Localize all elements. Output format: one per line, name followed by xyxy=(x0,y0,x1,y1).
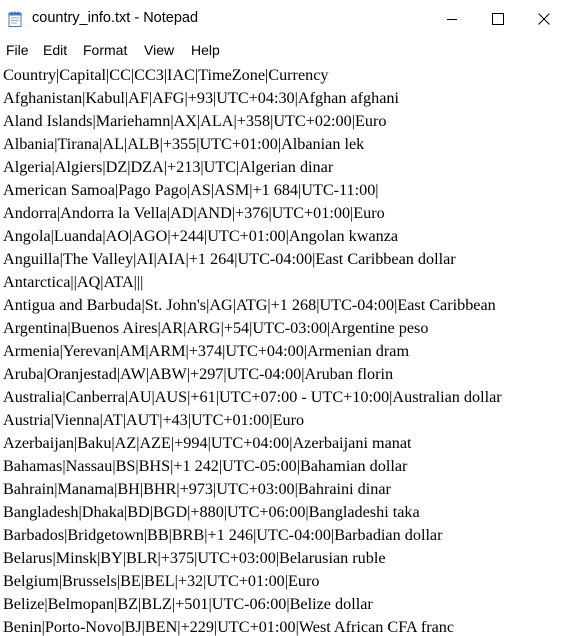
menu-file[interactable]: File xyxy=(6,42,29,58)
close-button[interactable] xyxy=(521,0,567,38)
title-bar[interactable]: country_info.txt - Notepad xyxy=(0,0,567,38)
text-line: Bangladesh|Dhaka|BD|BGD|+880|UTC+06:00|B… xyxy=(3,503,420,521)
text-line: American Samoa|Pago Pago|AS|ASM|+1 684|U… xyxy=(3,181,379,199)
menu-view[interactable]: View xyxy=(144,42,174,58)
text-line: Angola|Luanda|AO|AGO|+244|UTC+01:00|Ango… xyxy=(3,227,399,245)
notepad-icon xyxy=(8,11,22,27)
text-line: Belgium|Brussels|BE|BEL|+32|UTC+01:00|Eu… xyxy=(3,572,320,590)
close-icon xyxy=(538,13,550,25)
text-line: Anguilla|The Valley|AI|AIA|+1 264|UTC-04… xyxy=(3,250,456,268)
text-line: Azerbaijan|Baku|AZ|AZE|+994|UTC+04:00|Az… xyxy=(3,434,412,452)
text-line: Armenia|Yerevan|AM|ARM|+374|UTC+04:00|Ar… xyxy=(3,342,410,360)
menu-edit[interactable]: Edit xyxy=(43,42,67,58)
text-line: Aruba|Oranjestad|AW|ABW|+297|UTC-04:00|A… xyxy=(3,365,394,383)
maximize-button[interactable] xyxy=(475,0,521,38)
menu-bar: File Edit Format View Help xyxy=(0,38,567,62)
text-line: Bahrain|Manama|BH|BHR|+973|UTC+03:00|Bah… xyxy=(3,480,391,498)
text-line: Bahamas|Nassau|BS|BHS|+1 242|UTC-05:00|B… xyxy=(3,457,408,475)
text-line: Australia|Canberra|AU|AUS|+61|UTC+07:00 … xyxy=(3,388,502,406)
minimize-icon xyxy=(447,19,457,20)
text-line: Aland Islands|Mariehamn|AX|ALA|+358|UTC+… xyxy=(3,112,387,130)
menu-format[interactable]: Format xyxy=(83,42,127,58)
minimize-button[interactable] xyxy=(429,0,475,38)
text-line: Albania|Tirana|AL|ALB|+355|UTC+01:00|Alb… xyxy=(3,135,365,153)
text-line: Barbados|Bridgetown|BB|BRB|+1 246|UTC-04… xyxy=(3,526,443,544)
text-line: Argentina|Buenos Aires|AR|ARG|+54|UTC-03… xyxy=(3,319,429,337)
text-line: Antigua and Barbuda|St. John's|AG|ATG|+1… xyxy=(3,296,496,314)
text-line: Algeria|Algiers|DZ|DZA|+213|UTC|Algerian… xyxy=(3,158,334,176)
text-line: Benin|Porto-Novo|BJ|BEN|+229|UTC+01:00|W… xyxy=(3,618,455,636)
text-line: Country|Capital|CC|CC3|IAC|TimeZone|Curr… xyxy=(3,66,329,84)
text-line: Austria|Vienna|AT|AUT|+43|UTC+01:00|Euro xyxy=(3,411,305,429)
text-line: Andorra|Andorra la Vella|AD|AND|+376|UTC… xyxy=(3,204,385,222)
maximize-icon xyxy=(492,13,504,25)
text-line: Belize|Belmopan|BZ|BLZ|+501|UTC-06:00|Be… xyxy=(3,595,373,613)
text-line: Antarctica||AQ|ATA||| xyxy=(3,273,144,291)
text-editor[interactable]: Country|Capital|CC|CC3|IAC|TimeZone|Curr… xyxy=(0,62,567,636)
window-title: country_info.txt - Notepad xyxy=(32,10,199,26)
text-line: Belarus|Minsk|BY|BLR|+375|UTC+03:00|Bela… xyxy=(3,549,386,567)
text-line: Afghanistan|Kabul|AF|AFG|+93|UTC+04:30|A… xyxy=(3,89,400,107)
notepad-window: country_info.txt - Notepad File Edit For… xyxy=(0,0,567,636)
menu-help[interactable]: Help xyxy=(191,42,220,58)
